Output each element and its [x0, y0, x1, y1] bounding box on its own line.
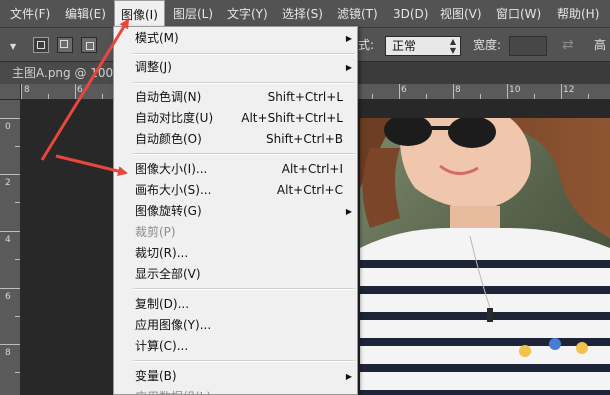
ruler-label: 8	[24, 85, 30, 95]
submenu-arrow-icon: ▶	[345, 63, 352, 72]
menu-3d[interactable]: 3D(D)	[387, 0, 434, 28]
tool-preset-dropdown-icon[interactable]: ▼	[10, 42, 16, 51]
ruler-label: 0	[5, 122, 11, 132]
height-label: 高	[594, 38, 607, 52]
ruler-label: 8	[455, 85, 461, 95]
document-tab[interactable]: 主图A.png @ 100	[0, 62, 120, 84]
menu-type[interactable]: 文字(Y)	[221, 0, 274, 28]
menu-item-trim[interactable]: 裁切(R)...	[114, 243, 357, 264]
photo-illustration	[360, 118, 610, 395]
menu-item-image-rotation[interactable]: 图像旋转(G) ▶	[114, 201, 357, 222]
ruler-label: 4	[5, 235, 11, 245]
add-to-selection-button[interactable]	[57, 37, 73, 53]
document-image	[360, 118, 610, 395]
width-label: 宽度:	[473, 38, 502, 52]
menu-item-crop: 裁剪(P)	[135, 225, 176, 239]
menu-item-auto-color[interactable]: 自动颜色(O) Shift+Ctrl+B	[114, 129, 357, 150]
style-label: 式:	[358, 38, 375, 52]
menu-image[interactable]: 图像(I)	[114, 0, 165, 28]
ruler-label: 2	[5, 178, 11, 188]
select-spinner-icon: ▲ ▼	[449, 37, 456, 55]
menu-item-auto-contrast[interactable]: 自动对比度(U) Alt+Shift+Ctrl+L	[114, 108, 357, 129]
vertical-ruler[interactable]: 0 2 4 6 8	[0, 100, 21, 395]
ruler-label: 6	[401, 85, 407, 95]
menu-item-canvas-size[interactable]: 画布大小(S)... Alt+Ctrl+C	[114, 180, 357, 201]
submenu-arrow-icon: ▶	[345, 372, 352, 381]
submenu-arrow-icon: ▶	[345, 207, 352, 216]
style-select[interactable]: 正常 ▲ ▼	[385, 36, 461, 56]
menu-item-calculations[interactable]: 计算(C)...	[114, 336, 357, 357]
menu-select[interactable]: 选择(S)	[276, 0, 329, 28]
ruler-label: 6	[5, 292, 11, 302]
menu-item-reveal-all[interactable]: 显示全部(V)	[114, 264, 357, 285]
ruler-label: 12	[563, 85, 575, 95]
menu-view[interactable]: 视图(V)	[434, 0, 488, 28]
submenu-arrow-icon: ▶	[345, 34, 352, 43]
subtract-selection-button[interactable]	[81, 37, 97, 53]
menu-item-auto-tone[interactable]: 自动色调(N) Shift+Ctrl+L	[114, 87, 357, 108]
ruler-label: 10	[509, 85, 521, 95]
menu-layer[interactable]: 图层(L)	[167, 0, 219, 28]
ruler-corner[interactable]	[0, 84, 21, 100]
menu-item-duplicate[interactable]: 复制(D)...	[114, 294, 357, 315]
style-select-value: 正常	[392, 39, 417, 53]
menu-filter[interactable]: 滤镜(T)	[331, 0, 384, 28]
menu-item-apply-data-set: 应用数据组(L)...	[114, 387, 357, 395]
menu-window[interactable]: 窗口(W)	[490, 0, 547, 28]
menu-bar: 文件(F) 编辑(E) 图像(I) 图层(L) 文字(Y) 选择(S) 滤镜(T…	[0, 0, 610, 28]
image-dropdown-menu: 模式(M) ▶ 调整(J) ▶ 自动色调(N) Shift+Ctrl+L 自动对…	[113, 26, 358, 395]
menu-item-variables[interactable]: 变量(B) ▶	[114, 366, 357, 387]
menu-item-mode[interactable]: 模式(M) ▶	[114, 28, 357, 49]
menu-item-image-size[interactable]: 图像大小(I)... Alt+Ctrl+I	[114, 159, 357, 180]
ruler-label: 8	[5, 348, 11, 358]
ruler-label: 6	[77, 85, 83, 95]
menu-item-adjustments[interactable]: 调整(J) ▶	[114, 57, 357, 78]
menu-item-apply-image[interactable]: 应用图像(Y)...	[114, 315, 357, 336]
menu-help[interactable]: 帮助(H)	[551, 0, 605, 28]
swap-icon[interactable]: ⇄	[562, 37, 578, 53]
menu-edit[interactable]: 编辑(E)	[59, 0, 112, 28]
menu-file[interactable]: 文件(F)	[4, 0, 56, 28]
new-selection-button[interactable]	[33, 37, 49, 53]
width-field[interactable]	[509, 36, 547, 56]
